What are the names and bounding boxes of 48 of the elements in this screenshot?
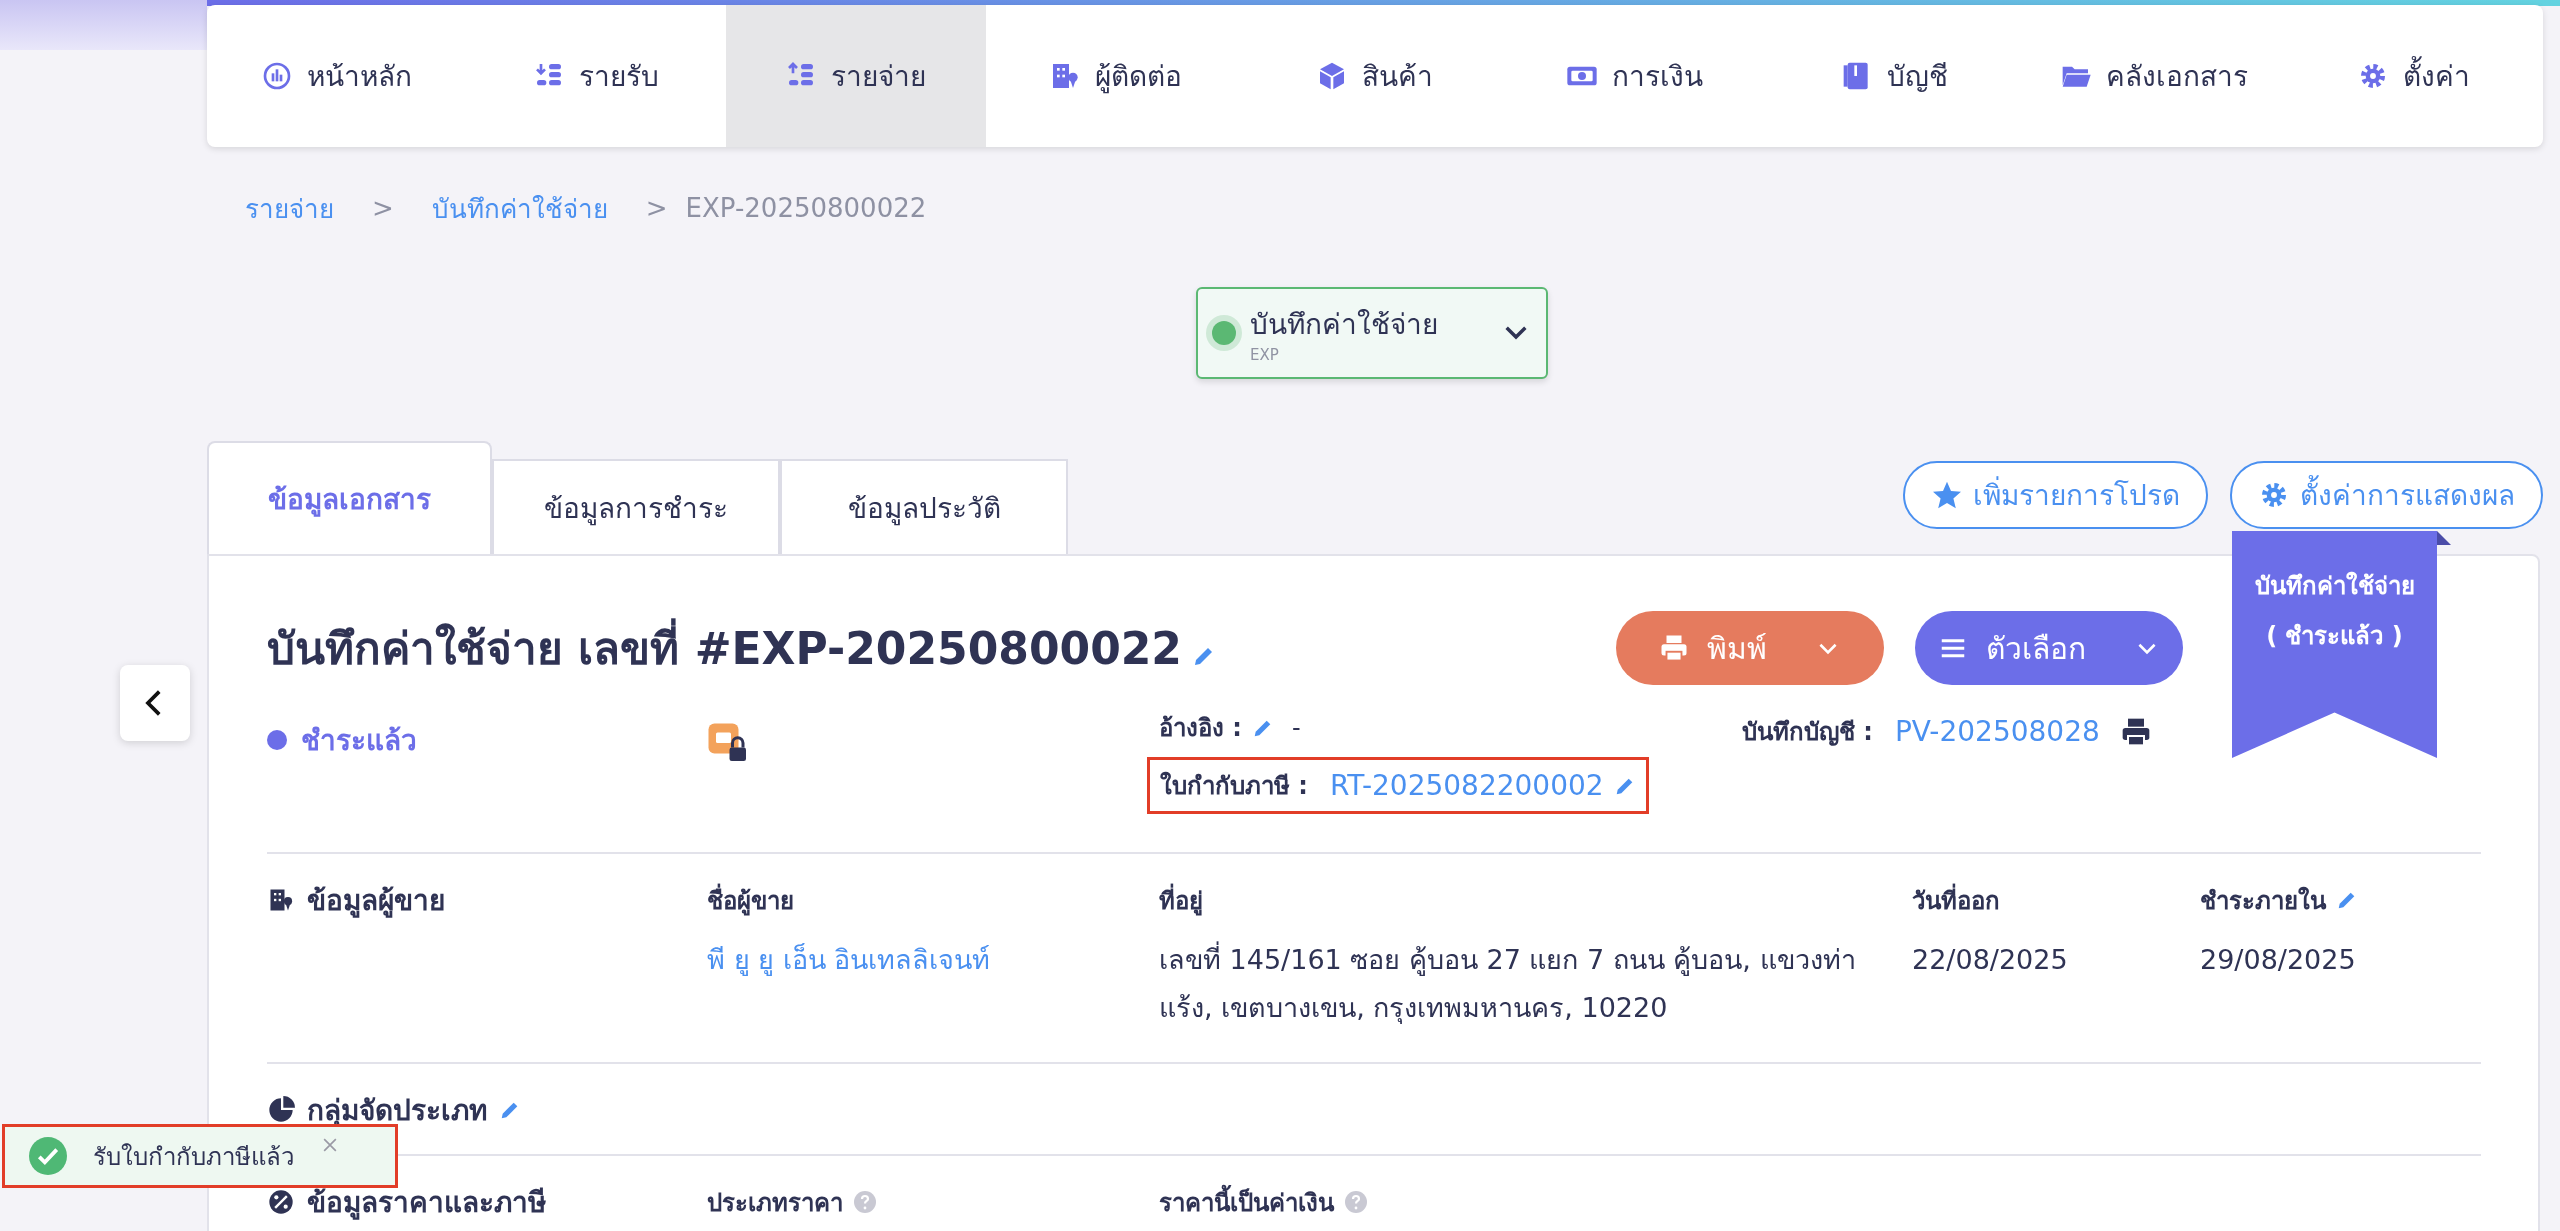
payment-status: ชำระแล้ว bbox=[301, 723, 417, 759]
nav-tab[interactable]: รายจ่าย bbox=[726, 5, 986, 147]
field-label: ชำระภายใน bbox=[2200, 885, 2326, 917]
nav-tab[interactable]: การเงิน bbox=[1504, 5, 1765, 147]
pie-chart-icon bbox=[267, 1096, 295, 1124]
account-record-label: บันทึกบัญชี : bbox=[1742, 717, 1873, 748]
status-dot-icon bbox=[267, 730, 287, 750]
section-title: กลุ่มจัดประเภท bbox=[307, 1093, 487, 1129]
printer-icon bbox=[1659, 633, 1689, 663]
section-title: ข้อมูลราคาและภาษี bbox=[307, 1185, 546, 1222]
field-label: ที่อยู่ bbox=[1159, 880, 1203, 920]
field-value: เลขที่ 145/161 ซอย คู้บอน 27 แยก 7 ถนน คู้บอน, แขวงท่าแร้ง, เขตบางเขน, กรุงเทพมหานคร, 10220 bbox=[1159, 936, 1912, 1032]
breadcrumb-separator: > bbox=[372, 193, 394, 223]
locked-document-icon bbox=[707, 722, 749, 764]
ribbon-text: บันทึกค่าใช้จ่าย bbox=[2254, 570, 2415, 602]
back-button[interactable] bbox=[120, 665, 190, 741]
field-label: ชื่อผู้ขาย bbox=[707, 880, 794, 920]
help-icon[interactable] bbox=[853, 1190, 877, 1214]
percent-badge-icon bbox=[267, 1188, 295, 1216]
nav-tab[interactable]: หน้าหลัก bbox=[207, 5, 467, 147]
tab[interactable]: ข้อมูลการชำระ bbox=[492, 459, 780, 554]
options-button[interactable]: ตัวเลือก bbox=[1915, 611, 2183, 685]
nav-tab[interactable]: บัญชี bbox=[1764, 5, 2024, 147]
nav-tab[interactable]: คลังเอกสาร bbox=[2023, 5, 2284, 147]
help-icon[interactable] bbox=[1344, 1190, 1368, 1214]
field-label: ประเภทราคา bbox=[707, 1187, 843, 1219]
section-title: ข้อมูลผู้ขาย bbox=[307, 883, 445, 920]
field-value: 22/08/2025 bbox=[1912, 943, 2069, 977]
toast-message: รับใบกำกับภาษีแล้ว bbox=[93, 1141, 294, 1173]
nav-tab[interactable]: รายรับ bbox=[466, 5, 727, 147]
ribbon-fold-icon bbox=[2437, 531, 2451, 545]
nav-tab[interactable]: ตั้งค่า bbox=[2283, 5, 2543, 147]
check-circle-icon bbox=[29, 1137, 67, 1175]
breadcrumb-separator: > bbox=[645, 193, 668, 223]
reference-value: - bbox=[1291, 713, 1301, 742]
tax-invoice-label: ใบกำกับภาษี : bbox=[1160, 770, 1308, 802]
field-label: วันที่ออก bbox=[1912, 880, 2000, 920]
tab[interactable]: ข้อมูลประวัติ bbox=[780, 459, 1068, 554]
document-title: บันทึกค่าใช้จ่าย เลขที่ #EXP-20250800022 bbox=[267, 613, 1182, 683]
reference-label: อ้างอิง : bbox=[1159, 713, 1242, 744]
document-type-dropdown[interactable]: บันทึกค่าใช้จ่าย EXP bbox=[1196, 287, 1548, 379]
tab[interactable]: ข้อมูลเอกสาร bbox=[207, 441, 492, 554]
ribbon-text: ( ชำระแล้ว ) bbox=[2266, 621, 2403, 652]
field-label: ราคานี้เป็นค่าเงิน bbox=[1159, 1182, 1334, 1222]
breadcrumb-current: EXP-20250800022 bbox=[685, 193, 927, 223]
nav-tab[interactable]: สินค้า bbox=[1245, 5, 1505, 147]
nav-tab[interactable]: ผู้ติดต่อ bbox=[985, 5, 1246, 147]
field-value: 29/08/2025 bbox=[2200, 943, 2357, 977]
